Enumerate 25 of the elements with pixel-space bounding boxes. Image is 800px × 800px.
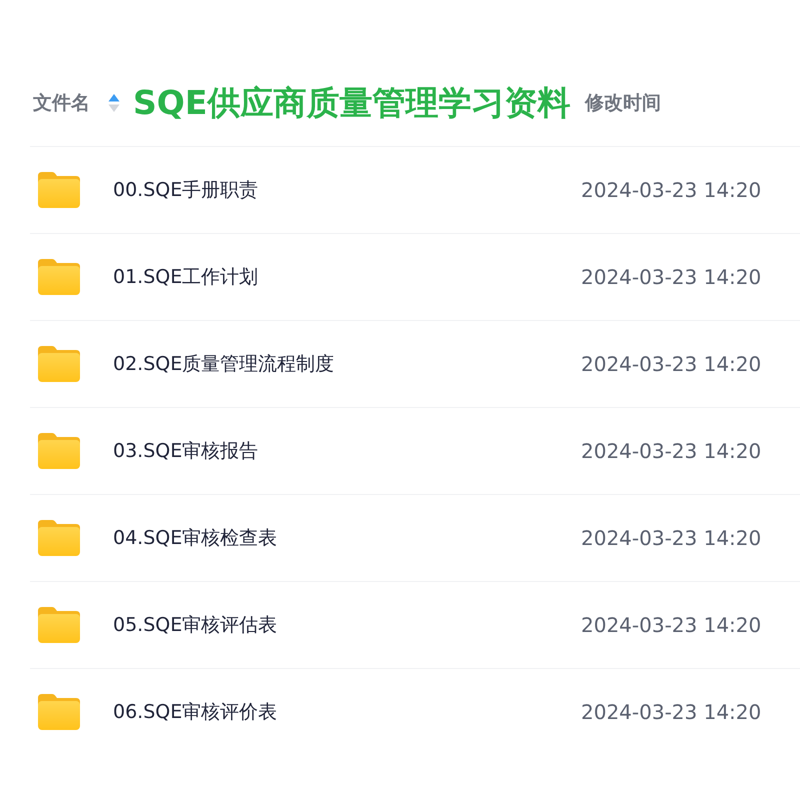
folder-icon bbox=[38, 346, 80, 382]
folder-name[interactable]: 00.SQE手册职责 bbox=[113, 177, 258, 203]
folder-icon bbox=[38, 259, 80, 295]
modified-time: 2024-03-23 14:20 bbox=[581, 178, 762, 202]
modified-time: 2024-03-23 14:20 bbox=[581, 265, 762, 289]
modified-time: 2024-03-23 14:20 bbox=[581, 700, 762, 724]
folder-name[interactable]: 06.SQE审核评价表 bbox=[113, 699, 278, 725]
sort-icon[interactable] bbox=[108, 93, 120, 113]
folder-icon bbox=[38, 607, 80, 643]
folder-name[interactable]: 04.SQE审核检查表 bbox=[113, 525, 278, 551]
modified-time: 2024-03-23 14:20 bbox=[581, 352, 762, 376]
page-title: SQE供应商质量管理学习资料 bbox=[133, 82, 570, 124]
modified-time-column-header[interactable]: 修改时间 bbox=[585, 90, 661, 116]
folder-icon bbox=[38, 694, 80, 730]
modified-time: 2024-03-23 14:20 bbox=[581, 613, 762, 637]
folder-name[interactable]: 05.SQE审核评估表 bbox=[113, 612, 278, 638]
folder-icon bbox=[38, 520, 80, 556]
folder-name[interactable]: 01.SQE工作计划 bbox=[113, 264, 258, 290]
folder-icon bbox=[38, 433, 80, 469]
folder-name[interactable]: 02.SQE质量管理流程制度 bbox=[113, 351, 334, 377]
folder-name[interactable]: 03.SQE审核报告 bbox=[113, 438, 258, 464]
modified-time: 2024-03-23 14:20 bbox=[581, 526, 762, 550]
folder-icon bbox=[38, 172, 80, 208]
name-column-header[interactable]: 文件名 bbox=[33, 90, 90, 116]
modified-time: 2024-03-23 14:20 bbox=[581, 439, 762, 463]
